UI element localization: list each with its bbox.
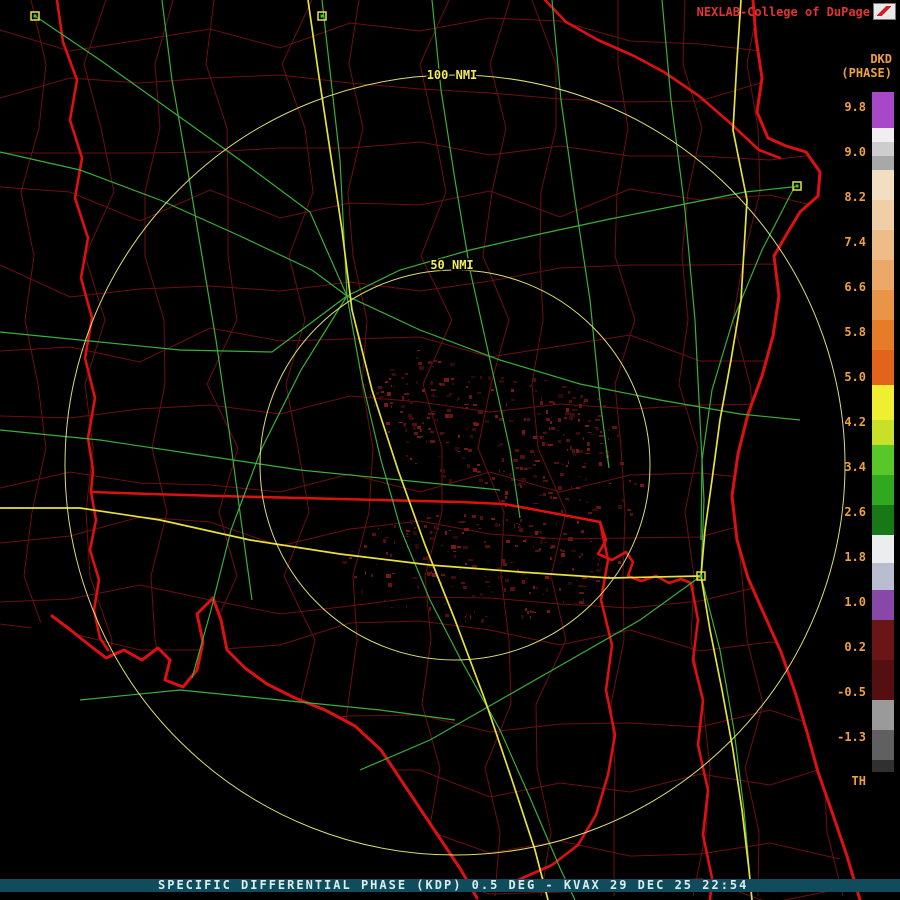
radar-map-canvas: 100 NMI 50 NMI	[0, 0, 900, 900]
interstate-10	[0, 507, 702, 579]
colorbar-tick: 5.8	[844, 325, 866, 339]
cod-logo-icon	[873, 3, 896, 20]
city-marker	[317, 11, 327, 21]
colorbar-tick: 3.4	[844, 460, 866, 474]
colorbar-segment	[872, 445, 894, 475]
colorbar-segment	[872, 563, 894, 590]
colorbar-tick: -0.5	[837, 685, 866, 699]
colorbar-segment	[872, 142, 894, 156]
colorbar-tick: 9.0	[844, 145, 866, 159]
colorbar-segment	[872, 700, 894, 730]
status-text: SPECIFIC DIFFERENTIAL PHASE (KDP) 0.5 DE…	[158, 878, 749, 892]
st-marys-river	[596, 520, 693, 585]
ga-fl-border	[89, 490, 602, 524]
radar-display: 100 NMI 50 NMI NEXLAB-College of DuPage …	[0, 0, 900, 900]
colorbar-segment	[872, 92, 894, 128]
product-code: DKD	[870, 52, 892, 66]
colorbar-segment	[872, 420, 894, 445]
colorbar-tick: 5.0	[844, 370, 866, 384]
colorbar-tick: 7.4	[844, 235, 866, 249]
colorbar-tick: 2.6	[844, 505, 866, 519]
range-ring-inner	[259, 269, 651, 661]
colorbar-segment	[872, 730, 894, 760]
colorbar-segment	[872, 475, 894, 505]
colorbar-segment	[872, 128, 894, 142]
site-title: NEXLAB-College of DuPage	[696, 5, 870, 19]
chattahoochee-river	[88, 490, 110, 652]
colorbar-segment	[872, 660, 894, 700]
colorbar-tick: 6.6	[844, 280, 866, 294]
colorbar-segment	[872, 290, 894, 320]
colorbar-tick: 9.8	[844, 100, 866, 114]
colorbar-segment	[872, 760, 894, 772]
ring-label-100nmi: 100 NMI	[427, 68, 478, 82]
colorbar-tick: 1.0	[844, 595, 866, 609]
colorbar-tick: 4.2	[844, 415, 866, 429]
colorbar-tick: 1.8	[844, 550, 866, 564]
product-phase: (PHASE)	[841, 66, 892, 80]
ring-label-50nmi: 50 NMI	[430, 258, 473, 272]
colorbar-segment	[872, 590, 894, 620]
colorbar-segment	[872, 320, 894, 350]
colorbar-segment	[872, 505, 894, 535]
colorbar-segment	[872, 260, 894, 290]
colorbar-tick: 8.2	[844, 190, 866, 204]
gulf-water	[0, 598, 477, 900]
colorbar-segment	[872, 620, 894, 660]
colorbar	[872, 92, 894, 772]
colorbar-tick: 0.2	[844, 640, 866, 654]
colorbar-segment	[872, 385, 894, 420]
colorbar-segment	[872, 535, 894, 563]
colorbar-segment	[872, 350, 894, 385]
colorbar-segment	[872, 230, 894, 260]
colorbar-segment	[872, 156, 894, 170]
colorbar-unit-label: TH	[851, 774, 866, 788]
colorbar-tick: -1.3	[837, 730, 866, 744]
colorbar-segment	[872, 200, 894, 230]
colorbar-segment	[872, 170, 894, 200]
